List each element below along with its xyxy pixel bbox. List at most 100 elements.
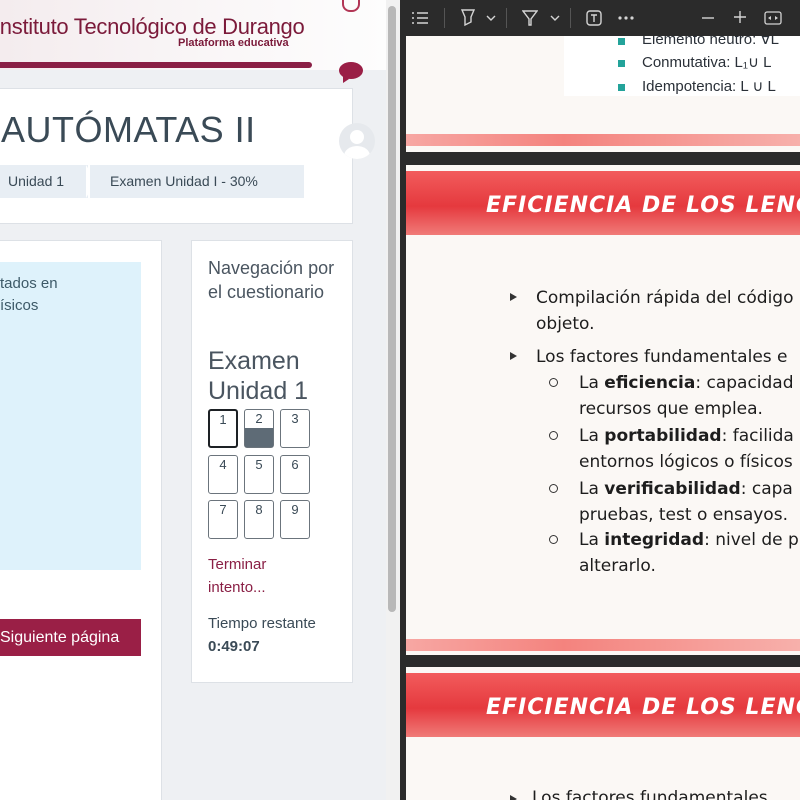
question-number: 9 — [291, 502, 299, 517]
fit-page-icon[interactable] — [764, 11, 782, 25]
question-button-5[interactable]: 5 — [244, 455, 274, 494]
slide-sub-bullet-cont: alterarlo. — [579, 556, 656, 576]
question-button-9[interactable]: 9 — [280, 500, 310, 539]
quiz-name: Examen Unidad 1 — [208, 347, 309, 405]
bullet-triangle-icon — [510, 795, 517, 800]
slide-list-item: Elemento neutro: ∀L — [642, 36, 780, 48]
header-accent-bar — [0, 62, 312, 68]
slide-bullet-text: Compilación rápida del código — [536, 288, 794, 308]
question-number: 3 — [291, 411, 299, 426]
scrollbar-thumb[interactable] — [388, 6, 396, 612]
pdf-page-current: EFICIENCIA DE LOS LENGUAJES Compilación … — [406, 165, 800, 655]
question-button-4[interactable]: 4 — [208, 455, 238, 494]
avatar[interactable] — [339, 123, 375, 159]
pdf-page-next: EFICIENCIA DE LOS LENGUAJES Los factores… — [406, 667, 800, 800]
question-number: 6 — [291, 457, 299, 472]
slide-sub-bullet: La portabilidad: facilida — [579, 423, 794, 449]
text-bold: verificabilidad — [604, 479, 741, 499]
zoom-in-icon[interactable] — [734, 11, 746, 23]
bullet-square-icon — [618, 60, 625, 67]
slide-decoration-strip — [406, 134, 800, 146]
toolbar-divider — [570, 8, 571, 28]
question-number: 1 — [219, 412, 227, 427]
zoom-out-icon[interactable] — [702, 17, 714, 19]
slide-list-item: Conmutativa: L₁∪ L — [642, 54, 772, 71]
text-bold: eficiencia — [604, 373, 696, 393]
bullet-circle-icon — [549, 535, 558, 544]
question-number: 7 — [219, 502, 227, 517]
slide-sub-bullet: La verificabilidad: capa — [579, 476, 793, 502]
bullet-triangle-icon — [510, 293, 517, 301]
slide-list-item: Idempotencia: L ∪ L — [642, 78, 776, 95]
slide-sub-bullet-cont: entornos lógicos o físicos — [579, 452, 793, 472]
text-bold: integridad — [604, 530, 705, 550]
question-number: 4 — [219, 457, 227, 472]
slide-title: EFICIENCIA DE LOS LENGUAJES — [486, 193, 800, 218]
quiz-navigation-title: Navegación por el cuestionario — [208, 258, 335, 302]
text-segment: La — [579, 373, 605, 393]
toolbar-divider — [506, 8, 507, 28]
chevron-down-icon[interactable] — [486, 14, 496, 22]
pdf-viewer-pane: Elemento neutro: ∀L Conmutativa: L₁∪ L I… — [400, 0, 800, 800]
bullet-square-icon — [618, 38, 625, 45]
text-segment: La — [579, 530, 605, 550]
time-remaining-label: Tiempo restante — [208, 615, 316, 632]
text-segment: : capacidad — [695, 373, 794, 393]
question-button-1[interactable]: 1 — [208, 409, 238, 448]
platform-subtitle: Plataforma educativa — [178, 37, 289, 49]
question-button-7[interactable]: 7 — [208, 500, 238, 539]
slide-bullet-text: Los factores fundamentales — [532, 788, 768, 800]
bullet-triangle-icon — [510, 352, 517, 360]
bullet-circle-icon — [549, 431, 558, 440]
text-segment: : facilida — [721, 426, 794, 446]
slide-sub-bullet-cont: recursos que emplea. — [579, 399, 763, 419]
slide-title-band: EFICIENCIA DE LOS LENGUAJES — [406, 171, 800, 235]
slide-bullet-text: objeto. — [536, 314, 595, 334]
slide-bullet-text: Los factores fundamentales e — [536, 347, 788, 367]
question-text-line: ísicos — [0, 297, 39, 314]
pdf-page-previous: Elemento neutro: ∀L Conmutativa: L₁∪ L I… — [406, 36, 800, 152]
slide-title: EFICIENCIA DE LOS LENGUAJES — [486, 695, 800, 720]
question-button-3[interactable]: 3 — [280, 409, 310, 448]
course-title: AUTÓMATAS II — [1, 109, 256, 150]
lms-pane: Instituto Tecnológico de Durango Platafo… — [0, 0, 400, 800]
slide-sub-bullet-cont: pruebas, test o ensayos. — [579, 505, 788, 525]
pdf-toolbar — [400, 0, 800, 36]
slide-sub-bullet: La integridad: nivel de p — [579, 527, 799, 553]
next-page-button[interactable]: Siguiente página — [0, 619, 141, 656]
breadcrumb-exam[interactable]: Examen Unidad I - 30% — [90, 165, 304, 198]
slide-sub-bullet: La eficiencia: capacidad — [579, 370, 794, 396]
highlighter-icon[interactable] — [460, 9, 476, 27]
question-number: 8 — [255, 502, 263, 517]
question-button-2[interactable]: 2 — [244, 409, 274, 448]
question-button-8[interactable]: 8 — [244, 500, 274, 539]
question-button-6[interactable]: 6 — [280, 455, 310, 494]
slide-title-band: EFICIENCIA DE LOS LENGUAJES — [406, 673, 800, 737]
chat-icon[interactable] — [339, 62, 363, 83]
bullet-circle-icon — [549, 484, 558, 493]
question-text-line: tados en — [0, 275, 58, 292]
course-header-card: AUTÓMATAS II — [0, 88, 353, 224]
answered-indicator — [245, 428, 273, 447]
text-bold: portabilidad — [604, 426, 722, 446]
toolbar-divider — [444, 8, 445, 28]
more-icon[interactable] — [618, 16, 634, 20]
slide-decoration-strip — [406, 639, 800, 651]
time-remaining-value: 0:49:07 — [208, 638, 260, 655]
text-segment: : nivel de p — [704, 530, 799, 550]
question-number: 5 — [255, 457, 263, 472]
finish-attempt-link[interactable]: Terminar intento... — [208, 553, 328, 599]
list-icon[interactable] — [412, 11, 428, 25]
text-segment: La — [579, 479, 605, 499]
text-segment: : capa — [740, 479, 793, 499]
site-header: Instituto Tecnológico de Durango Platafo… — [0, 0, 386, 70]
filter-draw-icon[interactable] — [522, 9, 538, 27]
bullet-square-icon — [618, 84, 625, 91]
breadcrumb-unidad[interactable]: Unidad 1 — [0, 165, 88, 198]
bullet-circle-icon — [549, 378, 558, 387]
question-info-box: tados en ísicos — [0, 262, 141, 570]
question-number: 2 — [255, 411, 263, 426]
text-box-icon[interactable] — [586, 10, 602, 26]
text-segment: La — [579, 426, 605, 446]
chevron-down-icon[interactable] — [550, 14, 560, 22]
